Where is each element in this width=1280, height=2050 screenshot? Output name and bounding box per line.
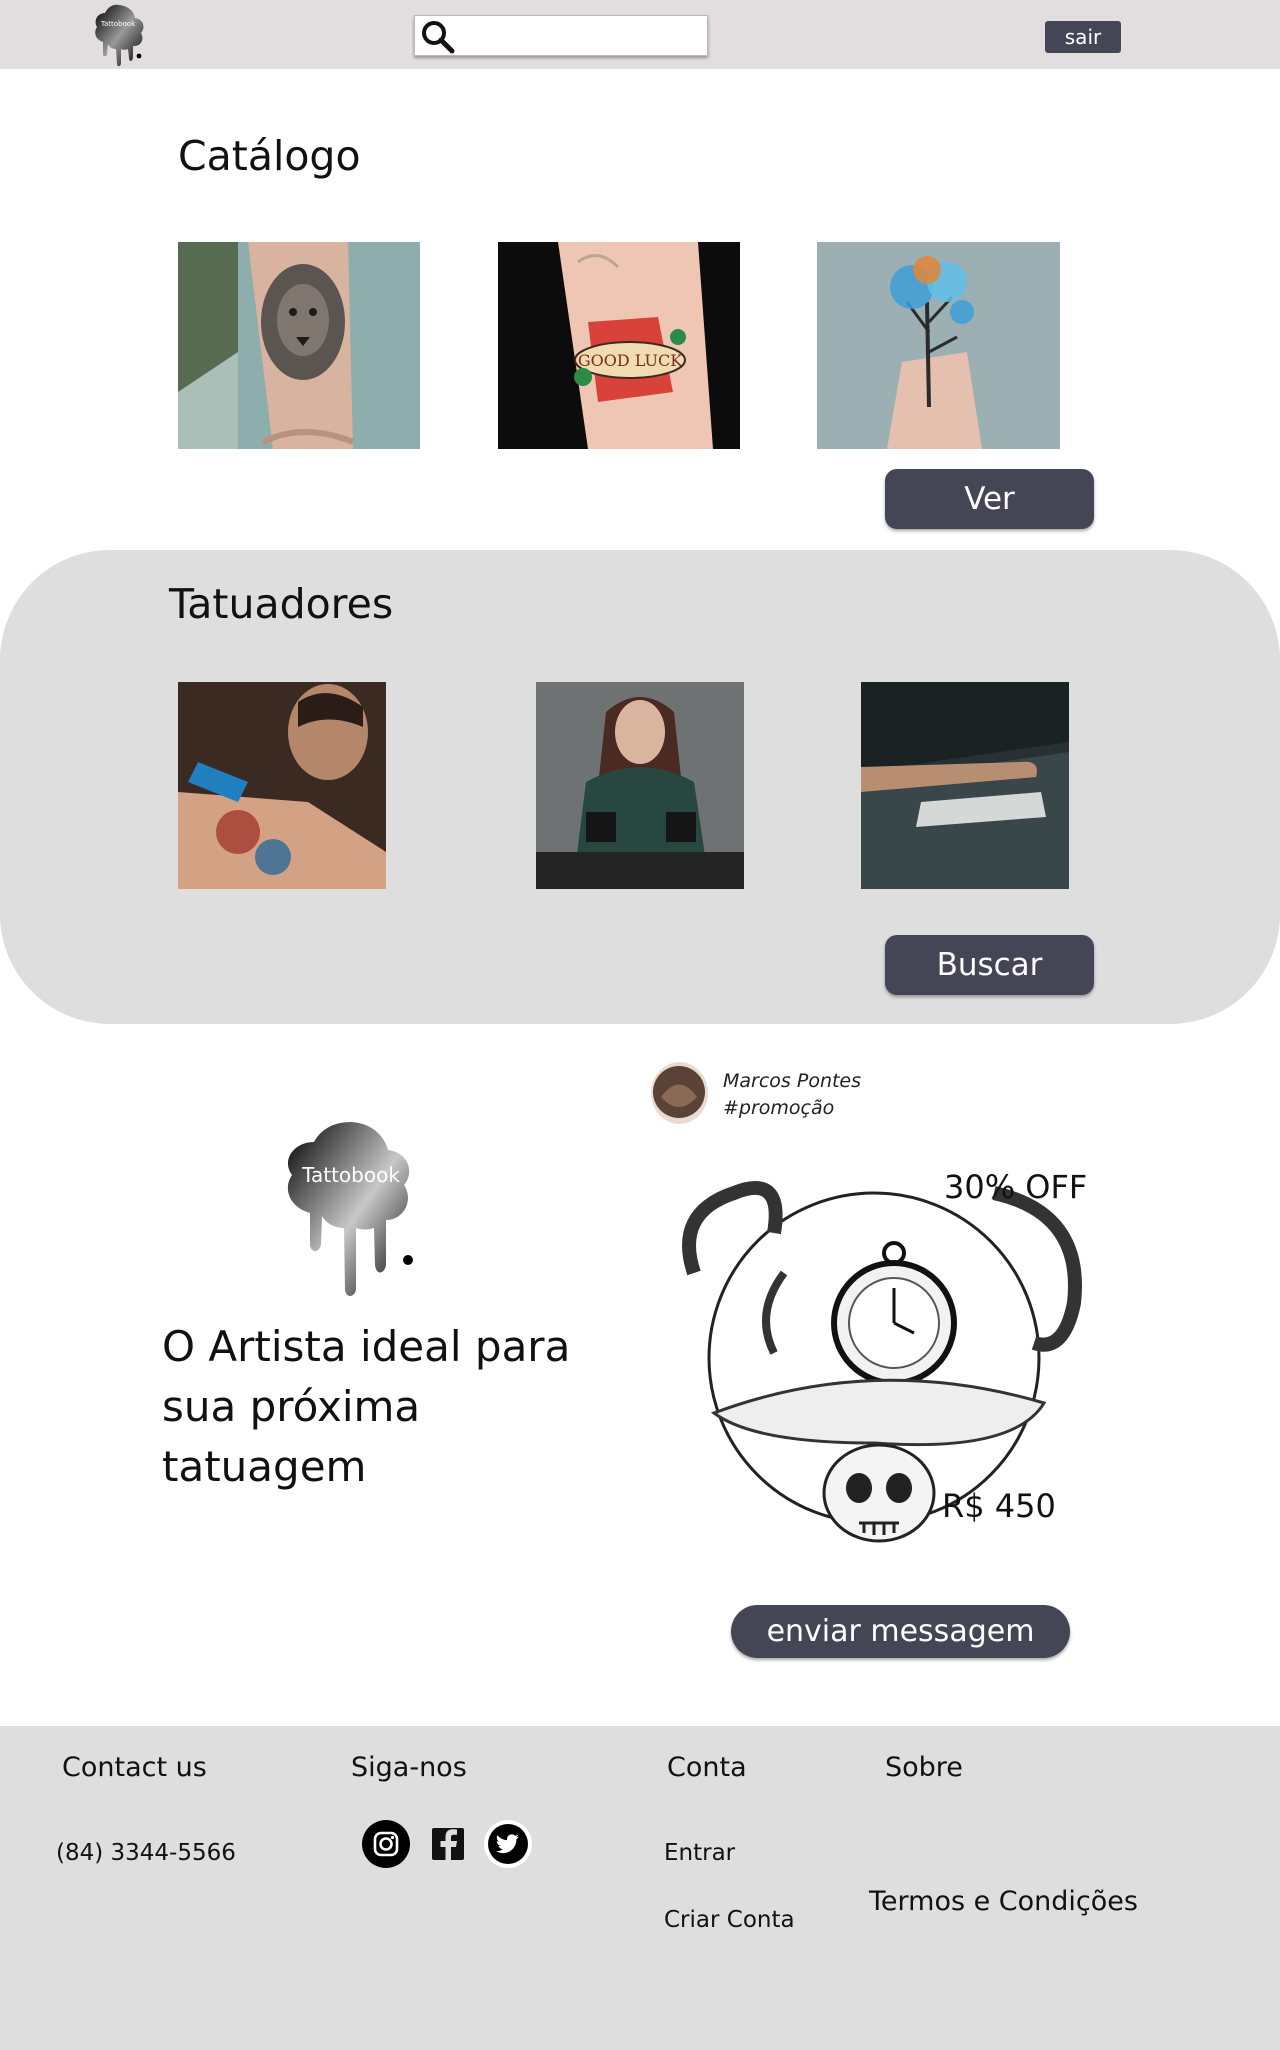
footer-follow-title: Siga-nos (351, 1752, 467, 1783)
post-hashtag[interactable]: #promoção (723, 1097, 834, 1119)
hero-headline: O Artista ideal para sua próxima tatuage… (162, 1322, 571, 1491)
price-label: R$ 450 (942, 1487, 1056, 1525)
terms-link[interactable]: Termos e Condições (869, 1886, 1138, 1917)
facebook-icon[interactable] (423, 1819, 473, 1869)
catalog-item-tree-tattoo[interactable] (817, 242, 1060, 449)
artist-card-1[interactable] (178, 682, 386, 889)
artists-title: Tatuadores (169, 580, 394, 628)
search-icon[interactable] (419, 18, 457, 56)
hero-wordmark: Tattobook (301, 1163, 400, 1187)
logout-button[interactable]: sair (1045, 21, 1121, 53)
catalog-title: Catálogo (178, 132, 361, 180)
catalog-item-good-luck-tattoo[interactable]: GOOD LUCK (498, 242, 740, 449)
tattobook-logo: Tattobook (276, 1120, 426, 1300)
svg-text:GOOD LUCK: GOOD LUCK (578, 351, 683, 370)
logo-wordmark: Tattobook (100, 20, 136, 28)
search-artists-button[interactable]: Buscar (885, 935, 1094, 995)
create-account-link[interactable]: Criar Conta (664, 1907, 795, 1933)
top-bar: Tattobook sair (0, 0, 1280, 69)
view-catalog-button[interactable]: Ver (885, 469, 1094, 529)
footer-about-title: Sobre (885, 1752, 963, 1783)
search-input[interactable] (461, 22, 701, 50)
catalog-item-lion-tattoo[interactable] (178, 242, 420, 449)
post-author[interactable]: Marcos Pontes (723, 1070, 861, 1092)
instagram-icon[interactable] (361, 1819, 411, 1869)
footer-account-title: Conta (667, 1752, 747, 1783)
avatar[interactable] (651, 1062, 708, 1124)
footer-phone: (84) 3344-5566 (56, 1840, 236, 1866)
discount-label: 30% OFF (944, 1168, 1088, 1206)
footer: Contact us (84) 3344-5566 Siga-nos Conta… (0, 1726, 1280, 2050)
artist-card-3[interactable] (861, 682, 1069, 889)
search-box[interactable] (414, 15, 708, 56)
login-link[interactable]: Entrar (664, 1840, 735, 1866)
twitter-icon[interactable] (483, 1819, 533, 1869)
footer-contact-title: Contact us (62, 1752, 207, 1783)
artist-card-2[interactable] (536, 682, 744, 889)
tattobook-logo[interactable]: Tattobook (88, 2, 150, 68)
send-message-button[interactable]: enviar messagem (731, 1605, 1070, 1658)
